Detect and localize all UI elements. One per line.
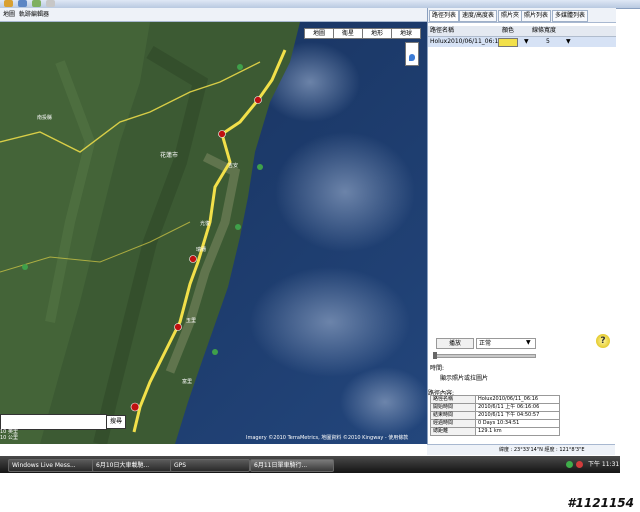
taskbar-item-browser[interactable]: 6月10日大車載馳...	[92, 459, 172, 472]
folder-icon[interactable]	[4, 0, 13, 7]
road-shield-icon	[212, 349, 218, 355]
search-button[interactable]: 搜尋	[106, 415, 126, 429]
watermark: #1121154	[567, 496, 634, 510]
road-shield-icon	[237, 64, 243, 70]
map-type-map-button[interactable]: 地圖	[304, 28, 334, 39]
table-row: 開始時間 2010/6/11 上午 06:16:06	[430, 403, 560, 412]
playback-slider[interactable]	[433, 352, 536, 359]
route-width-value[interactable]: 5	[546, 37, 550, 47]
header-line-width: 線條寬度	[532, 27, 557, 34]
info-key: 開始時間	[430, 403, 476, 412]
route-row[interactable]: Holux2010/06/11_06:16 ▼ 5 ▼	[428, 37, 616, 47]
taskbar-item-messenger[interactable]: Windows Live Mess...	[8, 459, 98, 472]
info-key: 總距離	[430, 427, 476, 436]
search-box[interactable]: 搜尋	[0, 414, 126, 430]
taskbar-item-gps-folder[interactable]: GPS	[170, 459, 250, 472]
route-info-table: 路徑名稱 Holux2010/06/11_06:16 開始時間 2010/6/11 …	[430, 395, 560, 436]
chevron-down-icon[interactable]: ▼	[526, 338, 531, 347]
side-panel: 路徑列表 速度/高度表 照片夾 照片列表 多媒體列表 路徑名稱 顏色 線條寬度 …	[427, 8, 616, 444]
header-color: 顏色	[502, 27, 515, 34]
chevron-down-icon[interactable]: ▼	[566, 37, 571, 47]
info-key: 經過時間	[430, 419, 476, 428]
waypoint-marker[interactable]	[254, 96, 262, 104]
pegman-icon	[409, 54, 415, 61]
map-type-earth-button[interactable]: 地球	[391, 28, 421, 39]
tray-security-icon[interactable]	[576, 461, 583, 468]
map-scale: 10 英里 10 公里	[0, 429, 18, 441]
route-table-header: 路徑名稱 顏色 線條寬度	[428, 26, 616, 37]
info-value: 2010/6/11 下午 04:50:57	[475, 411, 560, 420]
info-value: 0 Days 10:34:51	[475, 419, 560, 428]
info-value: 129.1 km	[475, 427, 560, 436]
gps-icon[interactable]	[32, 0, 41, 7]
info-value: Holux2010/06/11_06:16	[475, 395, 560, 404]
table-row: 路徑名稱 Holux2010/06/11_06:16	[430, 395, 560, 404]
road-shield-icon	[235, 224, 241, 230]
place-label: 瑞穗	[196, 247, 207, 253]
waypoint-marker[interactable]	[189, 255, 197, 263]
route-name: Holux2010/06/11_06:16	[430, 38, 503, 45]
map-imagery	[0, 22, 427, 444]
map-type-terrain-button[interactable]: 地形	[362, 28, 392, 39]
waypoint-marker[interactable]	[218, 130, 226, 138]
settings-icon[interactable]	[46, 0, 55, 7]
tab-route-list[interactable]: 路徑列表	[429, 10, 460, 22]
panel-tabs: 路徑列表 速度/高度表 照片夾 照片列表 多媒體列表	[428, 8, 616, 23]
place-label: 花蓮市	[160, 152, 179, 159]
tab-photo-list[interactable]: 照片列表	[521, 10, 552, 22]
windows-taskbar: Windows Live Mess... 6月10日大車載馳... GPS 6月…	[0, 456, 620, 473]
table-row: 總距離 129.1 km	[430, 427, 560, 436]
slider-handle[interactable]	[433, 352, 437, 359]
satellite-map[interactable]: 地圖 衛星 地形 地球 花蓮市 南投縣 吉安 光復 瑞穗 玉里 富里 Imagery …	[0, 22, 427, 444]
taskbar-clock[interactable]: 下午 11:31	[588, 459, 619, 470]
road-shield-icon	[257, 164, 263, 170]
save-icon[interactable]	[18, 0, 27, 7]
help-icon[interactable]: ?	[596, 334, 610, 348]
time-label: 時間:	[430, 365, 445, 372]
status-bar: 緯度 : 23°33'14"N 經度 : 121°8'3"E	[427, 444, 615, 455]
place-label: 玉里	[186, 318, 197, 324]
info-key: 路徑名稱	[430, 395, 476, 404]
info-key: 結束時間	[430, 411, 476, 420]
taskbar-item-editor[interactable]: 6月11日單車騎行...	[250, 459, 334, 472]
place-label: 光復	[200, 221, 211, 227]
scale-km: 10 公里	[0, 435, 18, 441]
table-row: 結束時間 2010/6/11 下午 04:50:57	[430, 411, 560, 420]
table-row: 經過時間 0 Days 10:34:51	[430, 419, 560, 428]
waypoint-marker[interactable]	[174, 323, 182, 331]
tray-network-icon[interactable]	[566, 461, 573, 468]
place-label: 南投縣	[37, 115, 53, 121]
tab-track-editor[interactable]: 軌跡編輯器	[16, 10, 52, 19]
map-copyright: Imagery ©2010 TerraMetrics, 地圖資料 ©2010 K…	[246, 435, 409, 441]
route-color-swatch[interactable]	[498, 38, 518, 47]
waypoint-marker[interactable]	[130, 402, 140, 412]
info-value: 2010/6/11 上午 06:16:06	[475, 403, 560, 412]
chevron-down-icon[interactable]: ▼	[524, 37, 529, 47]
header-route-name: 路徑名稱	[430, 27, 455, 34]
tab-media-list[interactable]: 多媒體列表	[552, 10, 589, 22]
show-photo-label[interactable]: 顯示照片或拉圖片	[440, 373, 488, 382]
map-tabs: 地圖 軌跡編輯器	[0, 8, 427, 22]
play-button[interactable]: 播放	[436, 338, 474, 349]
place-label: 吉安	[228, 163, 239, 169]
coordinates-readout: 緯度 : 23°33'14"N 經度 : 121°8'3"E	[499, 447, 585, 453]
map-type-satellite-button[interactable]: 衛星	[333, 28, 363, 39]
tab-photo-folder[interactable]: 照片夾	[498, 10, 523, 22]
tab-speed-altitude[interactable]: 速度/高度表	[459, 10, 498, 22]
road-shield-icon	[22, 264, 28, 270]
place-label: 富里	[182, 379, 193, 385]
map-type-selector: 地圖 衛星 地形 地球	[304, 28, 421, 39]
street-view-control[interactable]	[405, 42, 419, 66]
playback-controls: 播放 正常 ▼ ?	[428, 334, 616, 350]
